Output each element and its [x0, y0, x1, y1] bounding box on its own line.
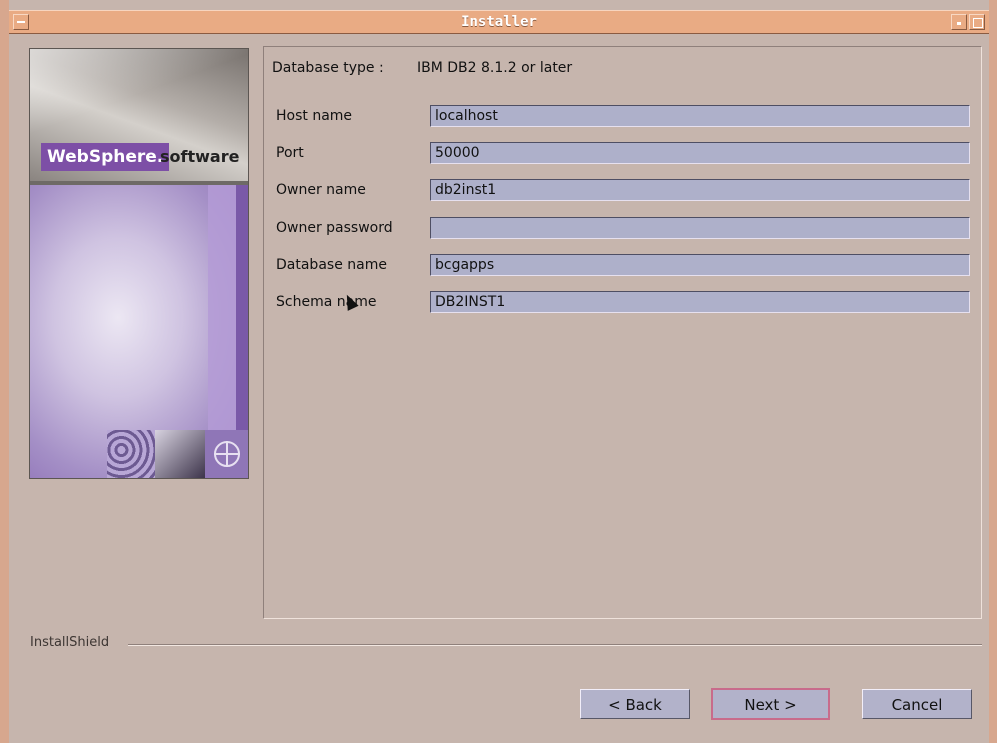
- host-name-label: Host name: [276, 108, 353, 124]
- product-banner: WebSphere. software: [29, 48, 249, 479]
- port-label: Port: [276, 145, 304, 161]
- banner-thumbnail-1: [107, 430, 155, 478]
- owner-password-input[interactable]: [430, 217, 970, 239]
- window-frame-right: [989, 0, 997, 743]
- cancel-button-label: Cancel: [891, 696, 943, 714]
- next-button[interactable]: Next >: [711, 688, 830, 720]
- schema-name-input[interactable]: [430, 291, 970, 313]
- database-name-input[interactable]: [430, 254, 970, 276]
- brand-suffix: software: [160, 147, 240, 166]
- title-bar[interactable]: Installer: [9, 10, 989, 34]
- minimize-icon[interactable]: [951, 14, 967, 30]
- back-button[interactable]: < Back: [580, 689, 690, 719]
- database-name-label: Database name: [276, 257, 387, 273]
- owner-name-input[interactable]: [430, 179, 970, 201]
- banner-stripe: [208, 185, 236, 430]
- owner-name-label: Owner name: [276, 182, 366, 198]
- database-type-label: Database type :: [272, 60, 384, 76]
- footer-divider: [128, 644, 982, 646]
- window-frame-left: [0, 0, 9, 743]
- globe-icon: [214, 441, 240, 467]
- next-button-label: Next >: [744, 696, 797, 714]
- banner-stripe-dark: [236, 185, 248, 430]
- window-title: Installer: [461, 14, 537, 30]
- back-button-label: < Back: [608, 696, 662, 714]
- installshield-label: InstallShield: [30, 635, 110, 650]
- host-name-input[interactable]: [430, 105, 970, 127]
- banner-thumbnail-2: [155, 430, 205, 478]
- port-input[interactable]: [430, 142, 970, 164]
- maximize-icon[interactable]: [969, 14, 985, 30]
- database-type-value: IBM DB2 8.1.2 or later: [417, 60, 573, 76]
- form-panel: [263, 46, 982, 619]
- cancel-button[interactable]: Cancel: [862, 689, 972, 719]
- owner-password-label: Owner password: [276, 220, 393, 236]
- brand-logo: WebSphere.: [41, 143, 170, 171]
- schema-name-label: Schema name: [276, 294, 377, 310]
